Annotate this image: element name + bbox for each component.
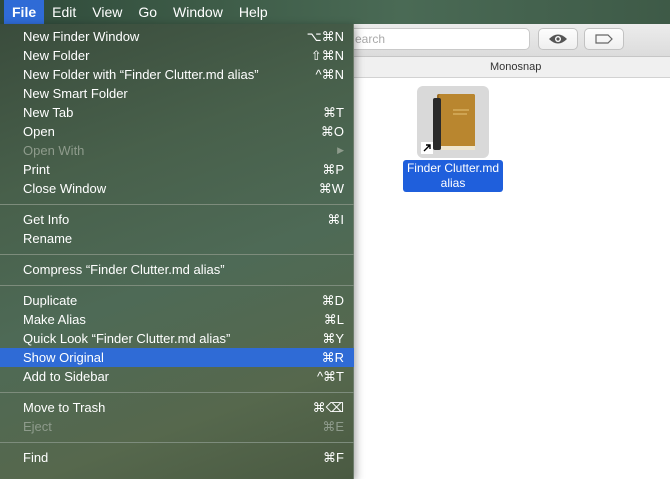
menu-item-shortcut: ⌘T xyxy=(323,105,344,120)
menu-item-label: Show Original xyxy=(23,350,104,365)
menu-item-shortcut: ⌘P xyxy=(322,162,344,177)
alias-arrow-icon xyxy=(421,142,433,154)
menu-item-shortcut: ⌥⌘N xyxy=(306,29,344,44)
menu-item-label: Compress “Finder Clutter.md alias” xyxy=(23,262,225,277)
menu-item-label: New Folder with “Finder Clutter.md alias… xyxy=(23,67,259,82)
tags-button[interactable] xyxy=(584,28,624,50)
menu-item-label: New Finder Window xyxy=(23,29,140,44)
tag-icon xyxy=(595,34,613,44)
menu-item-get-info[interactable]: Get Info ⌘I xyxy=(0,210,354,229)
menu-item-move-to-trash[interactable]: Move to Trash ⌘⌫ xyxy=(0,398,354,417)
submenu-arrow-icon: ▶ xyxy=(337,145,344,155)
menu-item-label: Eject xyxy=(23,419,52,434)
menu-item-shortcut: ⌘D xyxy=(321,293,344,308)
menu-separator xyxy=(0,254,354,255)
book-icon xyxy=(433,94,475,150)
menu-item-shortcut: ⌘O xyxy=(320,124,344,139)
menu-item-find[interactable]: Find ⌘F xyxy=(0,448,354,467)
menu-window[interactable]: Window xyxy=(165,0,231,24)
menu-item-shortcut: ⌘R xyxy=(321,350,344,365)
menu-item-label: Open xyxy=(23,124,55,139)
menu-item-shortcut: ⌘L xyxy=(323,312,344,327)
menu-item-new-smart-folder[interactable]: New Smart Folder xyxy=(0,84,354,103)
menu-item-shortcut: ⌘I xyxy=(327,212,344,227)
menu-item-new-finder-window[interactable]: New Finder Window ⌥⌘N xyxy=(0,27,354,46)
menu-item-label: New Folder xyxy=(23,48,90,63)
menu-view[interactable]: View xyxy=(84,0,130,24)
menu-item-new-folder-with-selection[interactable]: New Folder with “Finder Clutter.md alias… xyxy=(0,65,354,84)
menu-item-label: Add to Sidebar xyxy=(23,369,110,384)
menu-bar: File Edit View Go Window Help xyxy=(0,0,670,24)
file-menu-dropdown: New Finder Window ⌥⌘N New Folder ⇧⌘N New… xyxy=(0,24,354,479)
menu-item-shortcut: ⌘E xyxy=(322,419,344,434)
menu-item-quick-look[interactable]: Quick Look “Finder Clutter.md alias” ⌘Y xyxy=(0,329,354,348)
file-icon-selection xyxy=(417,86,489,158)
menu-item-eject: Eject ⌘E xyxy=(0,417,354,436)
menu-item-new-tab[interactable]: New Tab ⌘T xyxy=(0,103,354,122)
menu-item-new-folder[interactable]: New Folder ⇧⌘N xyxy=(0,46,354,65)
eye-icon xyxy=(549,34,567,44)
menu-item-label: Print xyxy=(23,162,50,177)
menu-item-label: Find xyxy=(23,450,49,465)
menu-item-duplicate[interactable]: Duplicate ⌘D xyxy=(0,291,354,310)
menu-item-label: Get Info xyxy=(23,212,70,227)
menu-item-shortcut: ^⌘T xyxy=(316,369,344,384)
menu-separator xyxy=(0,204,354,205)
menu-item-label: New Tab xyxy=(23,105,74,120)
menu-item-label: Open With xyxy=(23,143,85,158)
menu-separator xyxy=(0,392,354,393)
menu-file[interactable]: File xyxy=(4,0,45,24)
menu-item-label: Make Alias xyxy=(23,312,86,327)
menu-item-label: Duplicate xyxy=(23,293,78,308)
menu-item-shortcut: ⌘F xyxy=(323,450,344,465)
menu-item-show-original[interactable]: Show Original ⌘R xyxy=(0,348,354,367)
menu-item-compress[interactable]: Compress “Finder Clutter.md alias” xyxy=(0,260,354,279)
menu-item-label: Quick Look “Finder Clutter.md alias” xyxy=(23,331,231,346)
window-title: Monosnap xyxy=(490,61,542,73)
menu-separator xyxy=(0,442,354,443)
menu-item-open[interactable]: Open ⌘O xyxy=(0,122,354,141)
file-name-label: Finder Clutter.md alias xyxy=(402,160,504,192)
search-field[interactable]: earch xyxy=(330,28,530,50)
menu-item-shortcut: ⌘Y xyxy=(322,331,344,346)
file-item[interactable]: Finder Clutter.md alias xyxy=(392,86,514,192)
menu-item-label: Close Window xyxy=(23,181,107,196)
menu-edit[interactable]: Edit xyxy=(44,0,84,24)
search-placeholder: earch xyxy=(355,32,386,46)
menu-item-close-window[interactable]: Close Window ⌘W xyxy=(0,179,354,198)
menu-help[interactable]: Help xyxy=(231,0,276,24)
menu-go[interactable]: Go xyxy=(130,0,165,24)
menu-item-label: Move to Trash xyxy=(23,400,106,415)
menu-item-shortcut: ⇧⌘N xyxy=(310,48,344,63)
menu-item-shortcut: ⌘⌫ xyxy=(312,400,344,415)
menu-separator xyxy=(0,285,354,286)
menu-item-open-with: Open With ▶ xyxy=(0,141,354,160)
file-name-line2: alias xyxy=(440,176,466,190)
menu-item-add-to-sidebar[interactable]: Add to Sidebar ^⌘T xyxy=(0,367,354,386)
file-name-line1: Finder Clutter.md xyxy=(406,161,500,175)
menu-item-shortcut: ^⌘N xyxy=(315,67,345,82)
menu-item-shortcut: ⌘W xyxy=(318,181,344,196)
quick-look-button[interactable] xyxy=(538,28,578,50)
menu-item-print[interactable]: Print ⌘P xyxy=(0,160,354,179)
menu-item-label: New Smart Folder xyxy=(23,86,128,101)
menu-item-label: Rename xyxy=(23,231,73,246)
menu-item-rename[interactable]: Rename xyxy=(0,229,354,248)
menu-item-make-alias[interactable]: Make Alias ⌘L xyxy=(0,310,354,329)
